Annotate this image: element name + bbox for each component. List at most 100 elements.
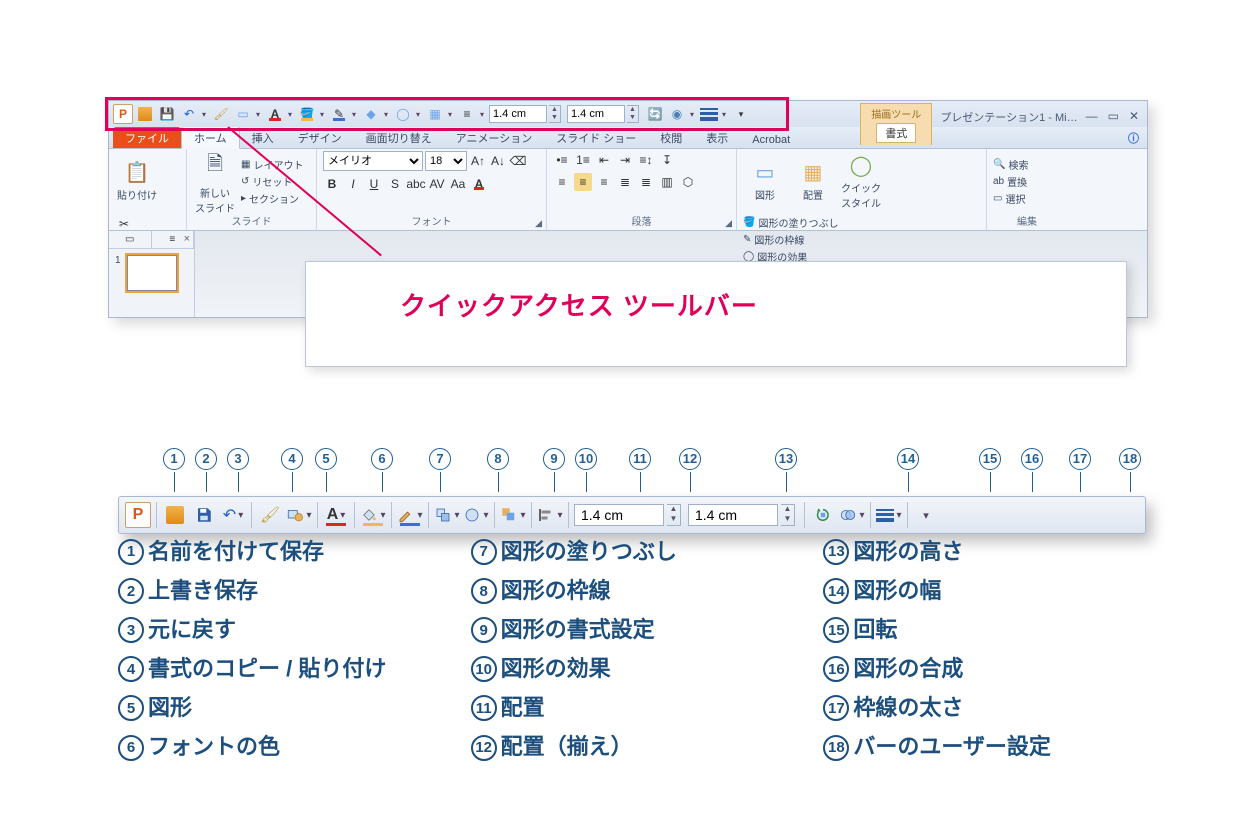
smartart-icon[interactable]: ⬡ [679,173,697,191]
marker-7: 7 [428,448,452,492]
app-icon[interactable]: P [113,104,133,124]
shape-width-input[interactable] [567,105,625,123]
shape-outline-icon[interactable]: ✎ [329,104,349,124]
numbering-icon[interactable]: 1≡ [574,151,592,169]
shape-width-spinner[interactable]: ▲▼ [627,105,639,123]
align-right-icon[interactable]: ≡ [595,173,613,191]
italic-icon[interactable]: I [344,175,362,193]
maximize-icon[interactable]: ▭ [1108,109,1119,123]
select-button[interactable]: ▭ 選択 [993,191,1028,206]
group-label-paragraph: 段落◢ [553,212,730,230]
distribute-icon[interactable]: ≣ [637,173,655,191]
align-icon[interactable]: ≡ [457,104,477,124]
contextual-tab-title: 描画ツール [871,106,921,121]
legend-item-2: 2上書き保存 [118,574,441,608]
shape-fill-icon[interactable]: 🪣 [297,104,317,124]
launcher-icon[interactable]: ◢ [725,218,732,229]
align-left-icon[interactable]: ≡ [553,173,571,191]
tab-review[interactable]: 校閲 [648,127,694,148]
callout-label: クイックアクセス ツールバー [400,286,758,323]
legend-item-11: 11配置 [471,691,794,725]
outdent-icon[interactable]: ⇤ [595,151,613,169]
tab-view[interactable]: 表示 [694,127,740,148]
font-color-small-icon[interactable]: A [470,175,488,193]
arrange-button[interactable]: ▦配置 [791,151,835,211]
linespacing-icon[interactable]: ≡↕ [637,151,655,169]
tab-design[interactable]: デザイン [286,127,354,148]
tab-slideshow[interactable]: スライド ショー [544,127,648,148]
underline-icon[interactable]: U [365,175,383,193]
indent-icon[interactable]: ⇥ [616,151,634,169]
bold-icon[interactable]: B [323,175,341,193]
shapes-button[interactable]: ▭図形 [743,151,787,211]
save-icon[interactable]: 💾 [157,104,177,124]
arrange-icon[interactable]: ▦ [425,104,445,124]
merge-shapes-icon[interactable]: ◉ [667,104,687,124]
font-color-icon[interactable]: A [265,104,285,124]
shape-fill-button[interactable]: 🪣 図形の塗りつぶし [743,215,839,230]
font-size-select[interactable]: 18 [425,151,467,171]
clear-format-icon[interactable]: ⌫ [509,152,527,170]
customize-qat-icon[interactable]: ▾ [731,104,751,124]
format-painter-icon[interactable]: 🖌 [211,104,231,124]
bullets-icon[interactable]: •≡ [553,151,571,169]
undo-icon[interactable]: ↶ [179,104,199,124]
text-direction-icon[interactable]: ↧ [658,151,676,169]
shadow-icon[interactable]: abc [407,175,425,193]
shapes-icon[interactable]: ▭ [233,104,253,124]
quick-access-toolbar: P 💾 ↶▾ 🖌 ▭▾ A▾ 🪣▾ ✎▾ ◆▾ ◯▾ ▦▾ ≡▾ ▲▼ ▲▼ 🔄… [109,101,1147,127]
legend-item-13: 13図形の高さ [823,535,1146,569]
shrink-font-icon[interactable]: A↓ [489,152,507,170]
paste-button[interactable]: 📋 貼り付け [115,151,159,211]
contextual-tab-drawing[interactable]: 描画ツール 書式 [860,103,932,145]
thumb-tab-slides[interactable]: ▭ [109,231,152,248]
replace-button[interactable]: ab 置換 [993,174,1028,189]
shape-effects-icon[interactable]: ◯ [393,104,413,124]
tab-insert[interactable]: 挿入 [240,127,286,148]
legend-item-6: 6フォントの色 [118,730,441,764]
section-button[interactable]: ▸ セクション [241,191,303,206]
tab-acrobat[interactable]: Acrobat [740,131,802,148]
close-panel-icon[interactable]: × [184,233,190,245]
line-weight-icon[interactable] [699,104,719,124]
change-case-icon[interactable]: Aa [449,175,467,193]
grow-font-icon[interactable]: A↑ [469,152,487,170]
tab-animations[interactable]: アニメーション [444,127,545,148]
new-slide-label: 新しい スライド [195,185,235,215]
marker-15: 15 [978,448,1002,492]
font-name-select[interactable]: メイリオ [323,151,423,171]
align-center-icon[interactable]: ≡ [574,173,592,191]
legend-item-5: 5図形 [118,691,441,725]
tab-file[interactable]: ファイル [113,127,181,148]
columns-icon[interactable]: ▥ [658,173,676,191]
window-controls: ― ▭ ✕ [1086,103,1139,123]
launcher-icon[interactable]: ◢ [535,218,542,229]
tab-transitions[interactable]: 画面切り替え [354,127,444,148]
find-button[interactable]: 🔍 検索 [993,157,1028,172]
format-shape-icon[interactable]: ◆ [361,104,381,124]
legend-item-16: 16図形の合成 [823,652,1146,686]
close-icon[interactable]: ✕ [1129,109,1139,123]
group-paragraph: •≡ 1≡ ⇤ ⇥ ≡↕ ↧ ≡ ≡ ≡ ≣ ≣ ▥ ⬡ 段落◢ [547,149,737,230]
shape-height-spinner[interactable]: ▲▼ [549,105,561,123]
quickstyle-button[interactable]: ◯クイック スタイル [839,151,883,211]
slide-thumbnail[interactable] [127,255,177,291]
marker-row: 1 2 3 4 5 6 7 8 9 10 11 12 13 14 15 16 1… [118,448,1146,496]
save-as-icon[interactable] [135,104,155,124]
shape-height-input[interactable] [489,105,547,123]
group-label-slides: スライド [193,212,310,230]
minimize-icon[interactable]: ― [1086,109,1098,123]
marker-17: 17 [1068,448,1092,492]
legend-item-3: 3元に戻す [118,613,441,647]
paste-label: 貼り付け [117,187,157,202]
marker-13: 13 [774,448,798,492]
new-slide-button[interactable]: 🗎 新しい スライド [193,152,237,212]
strike-icon[interactable]: S [386,175,404,193]
rotate-icon[interactable]: 🔄 [645,104,665,124]
slide-number: 1 [115,255,121,266]
marker-8: 8 [486,448,510,492]
legend-item-9: 9図形の書式設定 [471,613,794,647]
spacing-icon[interactable]: AV [428,175,446,193]
justify-icon[interactable]: ≣ [616,173,634,191]
group-label-editing: 編集 [993,212,1061,230]
